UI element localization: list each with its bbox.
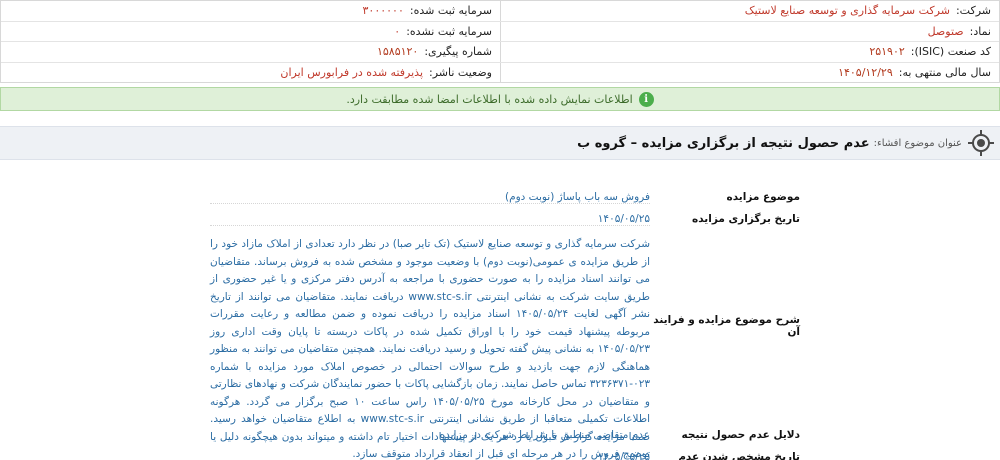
reasons-label: دلایل عدم حصول نتیجه bbox=[681, 429, 800, 441]
description-label: شرح موضوع مزایده و فرایند آن bbox=[653, 314, 800, 338]
date-value: ۱۴۰۵/۰۵/۲۵ bbox=[210, 213, 650, 226]
info-row: نماد: صتوصل سرمایه ثبت نشده: ۰ bbox=[1, 21, 999, 42]
fiscal-year-value: ۱۴۰۵/۱۲/۲۹ bbox=[838, 66, 893, 80]
info-row: سال مالی منتهی به: ۱۴۰۵/۱۲/۲۹ وضعیت ناشر… bbox=[1, 62, 999, 84]
company-info-table: شرکت: شرکت سرمایه گذاری و توسعه صنایع لا… bbox=[0, 0, 1000, 83]
company-label: شرکت: bbox=[955, 4, 991, 18]
symbol-label: نماد: bbox=[969, 24, 991, 38]
symbol-value: صتوصل bbox=[927, 24, 964, 38]
info-row: کد صنعت (ISIC): ۲۵۱۹۰۲ شماره پیگیری: ۱۵۸… bbox=[1, 42, 999, 63]
symbol-cell: نماد: صتوصل bbox=[500, 21, 999, 41]
unregistered-capital-label: سرمایه ثبت نشده: bbox=[406, 24, 492, 38]
company-value: شرکت سرمایه گذاری و توسعه صنایع لاستیک bbox=[744, 4, 950, 18]
verification-banner: i اطلاعات نمایش داده شده با اطلاعات امضا… bbox=[0, 87, 1000, 111]
info-row: شرکت: شرکت سرمایه گذاری و توسعه صنایع لا… bbox=[1, 1, 999, 22]
isic-cell: کد صنعت (ISIC): ۲۵۱۹۰۲ bbox=[500, 42, 999, 62]
detail-row: موضوع مزایده فروش سه باب پاساژ (نوبت دوم… bbox=[210, 178, 800, 209]
fiscal-year-cell: سال مالی منتهی به: ۱۴۰۵/۱۲/۲۹ bbox=[500, 62, 999, 83]
company-cell: شرکت: شرکت سرمایه گذاری و توسعه صنایع لا… bbox=[500, 1, 999, 21]
isic-value: ۲۵۱۹۰۲ bbox=[869, 45, 905, 59]
isic-label: کد صنعت (ISIC): bbox=[910, 45, 991, 59]
reasons-value: عدم متقاضی منطبق با شرایط شرکت در مزایده bbox=[439, 429, 650, 441]
verification-text: اطلاعات نمایش داده شده با اطلاعات امضا ش… bbox=[346, 92, 633, 106]
registered-capital-cell: سرمایه ثبت شده: ۳۰۰۰۰۰۰ bbox=[1, 1, 500, 21]
publisher-status-value: پذیرفته شده در فرابورس ایران bbox=[280, 66, 424, 80]
detail-row: تاریخ برگزاری مزایده ۱۴۰۵/۰۵/۲۵ bbox=[210, 209, 800, 231]
result-date-label: تاریخ مشخص شدن عدم حصول نتیجه bbox=[678, 451, 800, 460]
unregistered-capital-cell: سرمایه ثبت نشده: ۰ bbox=[1, 22, 500, 42]
detail-row: شرح موضوع مزایده و فرایند آن شرکت سرمایه… bbox=[210, 231, 800, 460]
disclosure-title-bar: عنوان موضوع افشاء: عدم حصول نتیجه از برگ… bbox=[0, 126, 1000, 160]
date-label: تاریخ برگزاری مزایده bbox=[692, 213, 800, 225]
subject-value: فروش سه باب پاساژ (نوبت دوم) bbox=[210, 191, 650, 204]
unregistered-capital-value: ۰ bbox=[394, 24, 401, 38]
tracking-value: ۱۵۸۵۱۲۰ bbox=[376, 45, 419, 59]
publisher-status-label: وضعیت ناشر: bbox=[429, 66, 492, 80]
publisher-status-cell: وضعیت ناشر: پذیرفته شده در فرابورس ایران bbox=[1, 63, 500, 84]
subject-label: موضوع مزایده bbox=[726, 191, 800, 203]
target-icon bbox=[968, 130, 994, 156]
title-label: عنوان موضوع افشاء: bbox=[873, 137, 962, 149]
page-title: عدم حصول نتیجه از برگزاری مزایده – گروه … bbox=[577, 135, 870, 151]
tracking-label: شماره پیگیری: bbox=[424, 45, 492, 59]
fiscal-year-label: سال مالی منتهی به: bbox=[898, 66, 991, 80]
info-icon: i bbox=[638, 91, 654, 107]
registered-capital-value: ۳۰۰۰۰۰۰ bbox=[362, 4, 404, 18]
registered-capital-label: سرمایه ثبت شده: bbox=[409, 4, 492, 18]
auction-details: موضوع مزایده فروش سه باب پاساژ (نوبت دوم… bbox=[210, 178, 800, 460]
tracking-cell: شماره پیگیری: ۱۵۸۵۱۲۰ bbox=[1, 42, 500, 62]
description-value: شرکت سرمایه گذاری و توسعه صنایع لاستیک (… bbox=[210, 231, 650, 460]
result-date-value: ۱۴۰۵/۰۵/۲۵ bbox=[597, 451, 650, 460]
